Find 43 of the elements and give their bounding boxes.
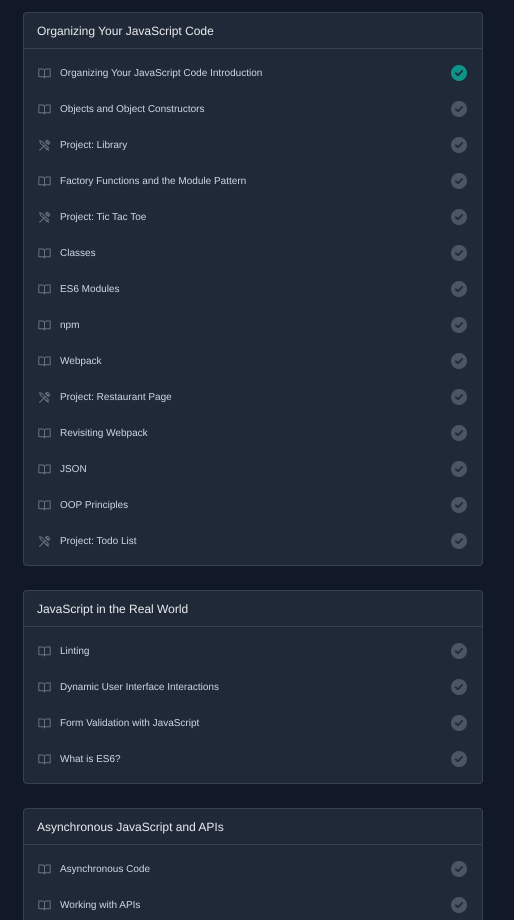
checkmark-icon[interactable] bbox=[451, 533, 467, 549]
lesson-link[interactable]: Project: Restaurant Page bbox=[60, 392, 451, 402]
checkmark-icon[interactable] bbox=[451, 353, 467, 369]
lesson-link[interactable]: ES6 Modules bbox=[60, 284, 451, 294]
lesson-link[interactable]: Revisiting Webpack bbox=[60, 428, 451, 438]
checkmark-icon[interactable] bbox=[451, 679, 467, 695]
lesson-link[interactable]: Webpack bbox=[60, 356, 451, 366]
checkmark-icon[interactable] bbox=[451, 281, 467, 297]
checkmark-icon[interactable] bbox=[451, 101, 467, 117]
checkmark-icon[interactable] bbox=[451, 173, 467, 189]
section-title: Asynchronous JavaScript and APIs bbox=[37, 820, 224, 834]
section-title: Organizing Your JavaScript Code bbox=[37, 24, 214, 38]
checkmark-icon[interactable] bbox=[451, 425, 467, 441]
lesson-link[interactable]: Project: Todo List bbox=[60, 536, 451, 546]
lesson-link[interactable]: Project: Library bbox=[60, 140, 451, 150]
checkmark-icon[interactable] bbox=[451, 65, 467, 81]
checkmark-icon[interactable] bbox=[451, 715, 467, 731]
lesson-link[interactable]: OOP Principles bbox=[60, 500, 451, 510]
checkmark-icon[interactable] bbox=[451, 751, 467, 767]
checkmark-icon[interactable] bbox=[451, 137, 467, 153]
lesson-link[interactable]: Linting bbox=[60, 646, 451, 656]
lesson-link[interactable]: Project: Tic Tac Toe bbox=[60, 212, 451, 222]
checkmark-icon[interactable] bbox=[451, 209, 467, 225]
lesson-link[interactable]: Classes bbox=[60, 248, 451, 258]
lesson-link[interactable]: Factory Functions and the Module Pattern bbox=[60, 176, 451, 186]
lesson-link[interactable]: Form Validation with JavaScript bbox=[60, 718, 451, 728]
checkmark-icon[interactable] bbox=[451, 389, 467, 405]
lesson-link[interactable]: npm bbox=[60, 320, 451, 330]
section-title: JavaScript in the Real World bbox=[37, 602, 188, 616]
lesson-link[interactable]: Organizing Your JavaScript Code Introduction bbox=[60, 68, 451, 78]
checkmark-icon[interactable] bbox=[451, 861, 467, 877]
checkmark-icon[interactable] bbox=[451, 497, 467, 513]
lesson-link[interactable]: Objects and Object Constructors bbox=[60, 104, 451, 114]
checkmark-icon[interactable] bbox=[451, 643, 467, 659]
lesson-link[interactable]: What is ES6? bbox=[60, 754, 451, 764]
lesson-link[interactable]: Asynchronous Code bbox=[60, 864, 451, 874]
checkmark-icon[interactable] bbox=[451, 245, 467, 261]
lesson-link[interactable]: Dynamic User Interface Interactions bbox=[60, 682, 451, 692]
lesson-link[interactable]: JSON bbox=[60, 464, 451, 474]
lesson-link[interactable]: Working with APIs bbox=[60, 900, 451, 910]
checkmark-icon[interactable] bbox=[451, 317, 467, 333]
checkmark-icon[interactable] bbox=[451, 897, 467, 913]
checkmark-icon[interactable] bbox=[451, 461, 467, 477]
